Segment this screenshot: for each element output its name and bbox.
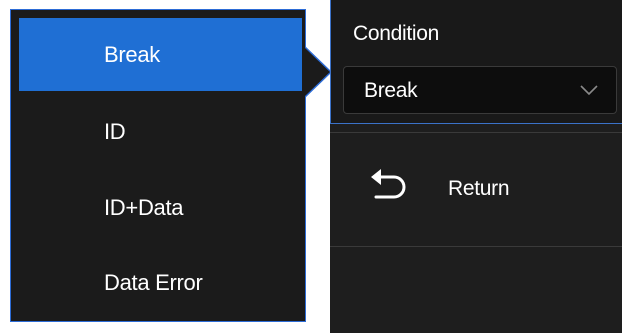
option-id-data[interactable]: ID+Data	[19, 171, 302, 244]
condition-options-popup: Break ID ID+Data Data Error	[10, 9, 306, 322]
condition-value: Break	[364, 79, 418, 102]
condition-menu-item[interactable]: Condition Break	[330, 0, 622, 124]
return-arrow-icon	[371, 169, 406, 199]
return-button[interactable]: Return	[330, 132, 622, 246]
return-label: Return	[448, 177, 510, 200]
option-label: Data Error	[104, 269, 203, 295]
condition-label: Condition	[353, 22, 440, 45]
option-break[interactable]: Break	[19, 18, 302, 91]
side-menu-panel: Condition Break Return	[330, 0, 622, 333]
option-label: ID	[104, 118, 126, 144]
trigger-condition-screen: Break ID ID+Data Data Error Condition Br…	[0, 0, 622, 333]
menu-divider	[330, 246, 622, 247]
option-id[interactable]: ID	[19, 95, 302, 168]
chevron-down-icon	[580, 85, 598, 96]
option-label: Break	[104, 41, 160, 67]
condition-dropdown[interactable]: Break	[343, 66, 617, 114]
option-label: ID+Data	[104, 194, 184, 220]
popup-pointer-icon	[305, 47, 331, 97]
option-data-error[interactable]: Data Error	[19, 246, 302, 319]
